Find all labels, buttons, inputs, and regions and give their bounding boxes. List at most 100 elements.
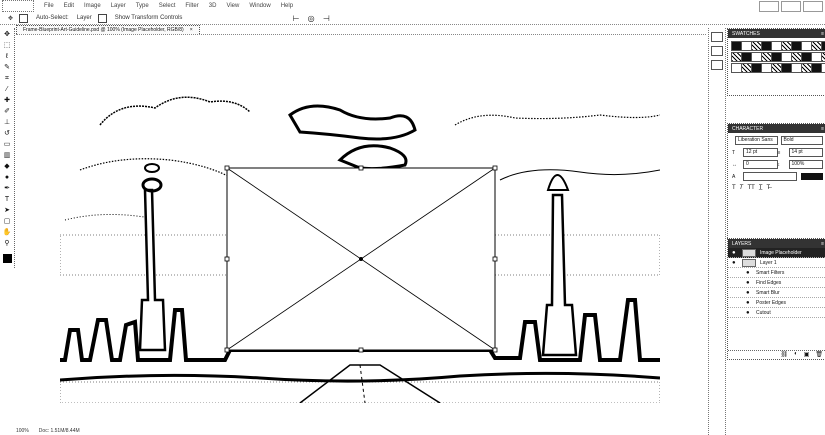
dodge-tool-icon[interactable]: ● [2,173,12,182]
faux-bold-icon[interactable]: T [732,185,736,192]
hand-tool-icon[interactable]: ✋ [2,228,12,237]
layer-row[interactable]: ● Image Placeholder [728,248,825,258]
pen-tool-icon[interactable]: ✒ [2,184,12,193]
scale-field[interactable]: 100% [788,160,823,169]
menu-layer[interactable]: Layer [111,3,126,9]
align-right-icon[interactable]: ⊣ [323,14,330,23]
eyedropper-tool-icon[interactable]: ⁄ [2,85,12,94]
brush-tool-icon[interactable]: ✐ [2,107,12,116]
tracking-field[interactable]: 0 [743,160,778,169]
visibility-eye-icon[interactable]: ● [732,260,738,266]
cloud-shape [64,213,151,221]
visibility-eye-icon[interactable]: ● [746,280,752,286]
panel-menu-icon[interactable]: ≡ [821,126,824,132]
move-tool-preset-icon[interactable]: ✥ [8,15,13,22]
zoom-tool-icon[interactable]: ⚲ [2,239,12,248]
align-center-icon[interactable]: ◎ [308,14,315,23]
menu-filter[interactable]: Filter [185,3,198,9]
menu-3d[interactable]: 3D [209,3,217,9]
blur-tool-icon[interactable]: ◆ [2,162,12,171]
path-select-tool-icon[interactable]: ➤ [2,206,12,215]
cloud-shape [499,169,660,181]
link-layers-icon[interactable]: ⛓ [780,351,788,359]
visibility-eye-icon[interactable]: ● [746,290,752,296]
all-caps-icon[interactable]: TT [747,185,754,192]
faux-italic-icon[interactable]: 𝑇 [740,185,744,192]
close-window-button[interactable] [803,0,823,12]
crop-tool-icon[interactable]: ⌗ [2,74,12,83]
history-panel-icon[interactable] [711,32,723,42]
stamp-tool-icon[interactable]: ⊥ [2,118,12,127]
history-brush-tool-icon[interactable]: ↺ [2,129,12,138]
ground-texture [60,381,660,403]
layer-row[interactable]: ● Poster Edges [728,298,825,308]
brushes-panel-icon[interactable] [711,60,723,70]
font-size-field[interactable]: 12 pt [743,148,778,157]
auto-select-dropdown[interactable]: Layer [77,15,92,21]
layer-row[interactable]: ● Smart Blur [728,288,825,298]
delete-layer-icon[interactable]: 🗑 [815,351,823,359]
font-family-field[interactable]: Liberation Sans [735,136,778,145]
swatch[interactable] [821,63,825,73]
strikethrough-icon[interactable]: T̶ [766,185,770,192]
new-layer-icon[interactable]: ▣ [804,351,810,359]
cloud-shape [454,114,660,126]
panel-menu-icon[interactable]: ≡ [821,31,824,37]
underline-icon[interactable]: T̲ [759,185,763,192]
menu-window[interactable]: Window [249,3,270,9]
layer-row[interactable]: ● Cutout [728,308,825,318]
menu-type[interactable]: Type [136,3,149,9]
font-style-field[interactable]: Bold [780,136,823,145]
menu-edit[interactable]: Edit [64,3,74,9]
character-tab[interactable]: CHARACTER ≡ [728,124,825,133]
quick-select-tool-icon[interactable]: ✎ [2,63,12,72]
lasso-tool-icon[interactable]: ℓ [2,52,12,61]
visibility-eye-icon[interactable]: ● [746,310,752,316]
type-tool-icon[interactable]: T [2,195,12,204]
visibility-eye-icon[interactable]: ● [746,300,752,306]
document-tab[interactable]: Frame-Blueprint-Art-Guideline.psd @ 100%… [16,25,200,34]
visibility-eye-icon[interactable]: ● [732,250,738,256]
align-left-icon[interactable]: ⊢ [292,14,299,23]
add-mask-icon[interactable]: ◐ [794,351,798,359]
layers-tab[interactable]: LAYERS ≡ [728,239,825,248]
menu-file[interactable]: File [44,3,54,9]
move-tool-icon[interactable]: ✥ [2,30,12,39]
maximize-button[interactable] [781,0,801,12]
menu-image[interactable]: Image [84,3,101,9]
auto-select-checkbox[interactable] [19,13,29,23]
show-transform-checkbox[interactable] [97,13,107,23]
layer-row[interactable]: ● Find Edges [728,278,825,288]
text-color-chip[interactable] [801,173,823,180]
tools-panel: ✥ ⬚ ℓ ✎ ⌗ ⁄ ✚ ✐ ⊥ ↺ ▭ ▥ ◆ ● ✒ T ➤ ▢ ✋ ⚲ [0,28,15,268]
gradient-tool-icon[interactable]: ▥ [2,151,12,160]
healing-tool-icon[interactable]: ✚ [2,96,12,105]
swatch[interactable] [821,41,825,51]
close-tab-icon[interactable]: × [190,27,193,33]
cloud-shape [337,144,408,171]
app-logo [2,0,34,12]
panel-menu-icon[interactable]: ≡ [821,241,824,247]
menu-help[interactable]: Help [281,3,293,9]
menu-view[interactable]: View [226,3,239,9]
swatch[interactable] [821,52,825,62]
transform-handle [224,256,230,262]
shape-tool-icon[interactable]: ▢ [2,217,12,226]
document-info: Doc: 1.51M/8.44M [38,428,80,434]
eraser-tool-icon[interactable]: ▭ [2,140,12,149]
baseline-field[interactable] [743,172,797,181]
marquee-tool-icon[interactable]: ⬚ [2,41,12,50]
transform-handle [358,165,364,171]
layer-row[interactable]: ● Layer 1 [728,258,825,268]
transform-handle [492,165,498,171]
properties-panel-icon[interactable] [711,46,723,56]
menu-select[interactable]: Select [159,3,176,9]
minimize-button[interactable] [759,0,779,12]
zoom-level[interactable]: 100% [16,428,29,434]
foreground-color-swatch[interactable] [2,254,12,263]
visibility-eye-icon[interactable]: ● [746,270,752,276]
leading-field[interactable]: 14 pt [788,148,823,157]
canvas-area[interactable] [15,35,707,425]
layer-row[interactable]: ● Smart Filters [728,268,825,278]
swatches-tab[interactable]: SWATCHES ≡ [728,29,825,38]
